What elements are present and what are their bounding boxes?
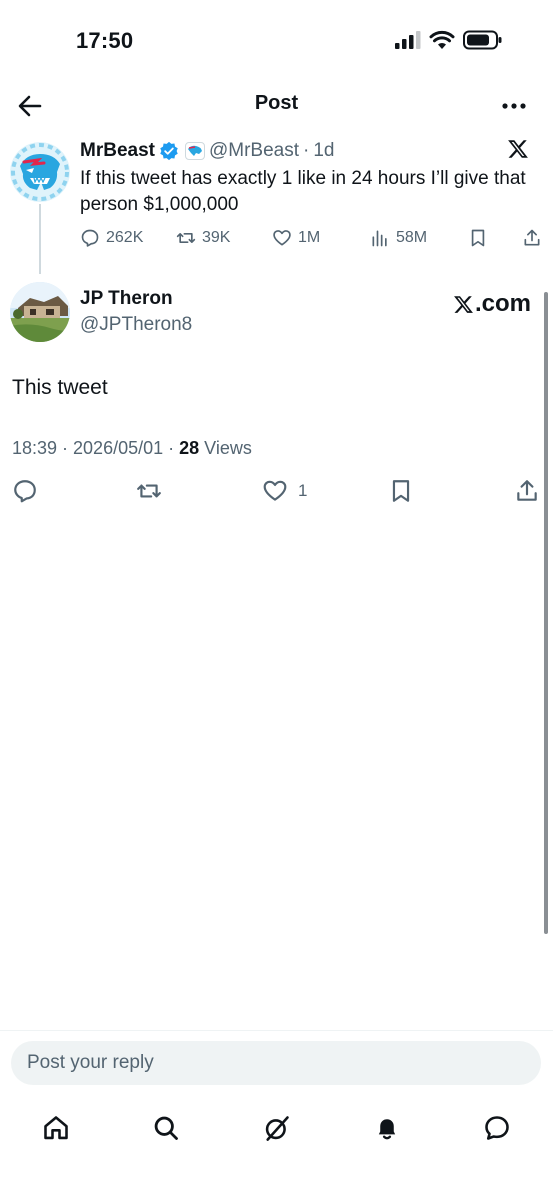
parent-author-handle[interactable]: @MrBeast — [209, 140, 299, 162]
reply-icon — [81, 229, 99, 247]
x-logo-icon — [508, 140, 528, 158]
nav-search[interactable] — [148, 1110, 184, 1146]
post-author-name[interactable]: JP Theron — [80, 288, 173, 310]
parent-views-button[interactable]: 58M — [370, 228, 427, 248]
grok-icon — [265, 1116, 289, 1141]
nav-notifications[interactable] — [369, 1110, 405, 1146]
separator-dot: · — [303, 140, 310, 161]
bell-icon — [378, 1119, 396, 1140]
post-meta: 18:39 · 2026/05/01 · 28 Views — [12, 438, 252, 459]
parent-reply-count: 262K — [106, 229, 144, 246]
wifi-icon — [429, 30, 455, 49]
parent-author-name[interactable]: MrBeast — [80, 140, 155, 162]
share-icon — [517, 480, 537, 501]
search-icon — [154, 1116, 178, 1140]
status-bar: 17:50 — [0, 0, 553, 80]
scrollbar[interactable] — [544, 292, 548, 934]
battery-icon — [463, 30, 502, 50]
share-button[interactable] — [514, 478, 540, 504]
x-com-watermark: .com — [453, 290, 531, 318]
reply-bar — [0, 1030, 553, 1094]
thread-connector-line — [39, 204, 41, 274]
reply-icon — [14, 480, 36, 503]
heart-icon — [263, 480, 287, 501]
status-time: 17:50 — [76, 28, 134, 53]
parent-post[interactable]: MrBeast @MrBeast · 1d If this tweet has … — [0, 132, 553, 274]
heart-icon — [273, 230, 291, 246]
parent-views-count: 58M — [396, 229, 428, 246]
more-dots-icon — [502, 103, 526, 109]
parent-post-header: MrBeast @MrBeast · 1d — [80, 140, 334, 162]
parent-post-actions: 262K 39K 1M 58M — [80, 228, 546, 254]
parent-post-time: 1d — [313, 140, 335, 161]
nav-grok[interactable] — [259, 1110, 295, 1146]
nav-messages[interactable] — [479, 1110, 515, 1146]
parent-post-text: If this tweet has exactly 1 like in 24 h… — [80, 168, 526, 215]
mrbeast-logo-icon — [10, 142, 70, 202]
parent-repost-count: 39K — [202, 229, 231, 246]
bottom-navigation — [0, 1100, 553, 1160]
status-icons — [395, 30, 503, 50]
jp-avatar[interactable] — [10, 282, 70, 342]
like-count: 1 — [298, 481, 308, 500]
page-title: Post — [254, 92, 299, 114]
repost-icon — [137, 484, 161, 498]
bookmark-button[interactable] — [388, 478, 414, 504]
parent-repost-button[interactable]: 39K — [176, 228, 230, 248]
views-label: Views — [199, 438, 252, 458]
parent-share-button[interactable] — [522, 228, 542, 248]
parent-like-count: 1M — [298, 229, 321, 246]
x-logo-icon — [454, 295, 473, 313]
reply-input[interactable] — [11, 1041, 541, 1085]
parent-bookmark-button[interactable] — [468, 228, 488, 248]
house-photo-avatar — [10, 282, 70, 342]
chat-bubble-icon — [485, 1116, 509, 1140]
verified-badge-icon — [160, 141, 178, 161]
bookmark-icon — [392, 480, 410, 502]
bookmark-icon — [471, 229, 485, 247]
home-icon — [44, 1116, 68, 1140]
post-actions: 1 — [0, 478, 553, 508]
cellular-signal-icon — [395, 31, 421, 49]
post-timestamp: 18:39 · 2026/05/01 · — [12, 438, 180, 458]
views-chart-icon — [372, 230, 387, 247]
nav-home[interactable] — [38, 1110, 74, 1146]
post-text: This tweet — [12, 376, 108, 399]
more-options-button[interactable] — [499, 92, 529, 120]
parent-like-button[interactable]: 1M — [272, 228, 320, 248]
share-icon — [524, 229, 540, 246]
views-count[interactable]: 28 — [179, 438, 199, 458]
post-author-handle[interactable]: @JPTheron8 — [80, 314, 192, 336]
reply-button[interactable] — [12, 478, 38, 504]
repost-button[interactable] — [136, 478, 162, 504]
like-button[interactable]: 1 — [262, 478, 307, 504]
mrbeast-avatar[interactable] — [10, 142, 70, 202]
affiliate-badge-icon — [184, 142, 205, 160]
repost-icon — [176, 233, 196, 243]
parent-reply-button[interactable]: 262K — [80, 228, 143, 248]
top-header: Post — [0, 80, 553, 132]
x-com-watermark-text: .com — [474, 290, 531, 317]
